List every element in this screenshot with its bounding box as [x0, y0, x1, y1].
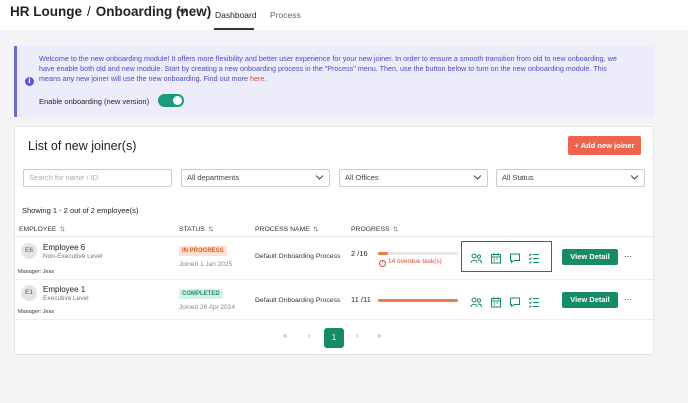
column-header-employee[interactable]: EMPLOYEE ↑↓	[19, 224, 65, 233]
checklist-icon[interactable]	[528, 296, 540, 308]
previous-page-button[interactable]: ‹	[308, 331, 311, 340]
highlight-box	[461, 241, 552, 272]
table-header: EMPLOYEE ↑↓ STATUS ↑↓ PROCESS NAME ↑↓ PROGR…	[15, 218, 653, 237]
more-options-icon[interactable]: ...	[624, 292, 632, 302]
chevron-down-icon	[315, 175, 324, 180]
table-row: E6 Employee 6 Non-Executive Level Manage…	[15, 237, 653, 280]
column-header-status[interactable]: STATUS ↑↓	[179, 224, 214, 233]
process-name: Default Onboarding Process	[255, 253, 341, 260]
breadcrumb-separator: /	[87, 4, 91, 19]
joined-date: Joined 1 Jan 2025	[179, 261, 233, 268]
status-badge: COMPLETED	[179, 289, 223, 299]
progress-bar	[378, 299, 458, 302]
info-icon: i	[25, 77, 34, 86]
calendar-icon[interactable]	[490, 296, 502, 308]
card-title: List of new joiner(s)	[28, 139, 137, 153]
sort-icon: ↑↓	[312, 224, 319, 233]
employee-name[interactable]: Employee 1	[43, 285, 85, 294]
office-select[interactable]: All Offices	[339, 169, 488, 187]
result-count: Showing 1 - 2 out of 2 employee(s)	[22, 206, 139, 215]
employee-manager: Manager: Jess	[18, 309, 55, 315]
view-detail-button[interactable]: View Detail	[562, 249, 618, 265]
progress-bar	[378, 252, 458, 255]
add-new-joiner-button[interactable]: + Add new joiner	[568, 136, 641, 155]
pagination: « ‹ 1 › »	[15, 328, 653, 348]
progress-text: 2 /16	[351, 249, 368, 258]
alert-icon: !	[379, 260, 386, 267]
first-page-button[interactable]: «	[283, 331, 287, 340]
employee-level: Executive Level	[43, 295, 89, 302]
breadcrumb-app[interactable]: HR Lounge	[10, 4, 82, 19]
status-badge: IN PROGRESS	[179, 246, 227, 256]
sort-icon: ↑↓	[59, 224, 65, 233]
employee-name[interactable]: Employee 6	[43, 243, 85, 252]
new-joiner-card: List of new joiner(s) + Add new joiner S…	[14, 126, 654, 355]
department-select[interactable]: All departments	[181, 169, 330, 187]
overdue-warning: ! 14 overdue task(s)	[379, 258, 442, 267]
enable-onboarding-toggle[interactable]	[158, 94, 184, 107]
progress-text: 11 /11	[351, 295, 371, 304]
column-header-progress[interactable]: PROGRESS ↑↓	[351, 224, 399, 233]
find-out-more-link[interactable]: here	[250, 74, 264, 83]
chevron-down-icon	[473, 175, 482, 180]
top-bar: HR Lounge / Onboarding (new) Dashboard Pro…	[0, 0, 688, 30]
table-row: E1 Employee 1 Executive Level Manager: J…	[15, 280, 653, 320]
page-title: Onboarding (new)	[95, 4, 212, 19]
row-action-icons	[467, 292, 549, 310]
avatar: E6	[21, 243, 37, 259]
tab-process[interactable]: Process	[270, 10, 301, 20]
comment-icon[interactable]	[509, 296, 521, 308]
toggle-label: Enable onboarding (new version)	[39, 97, 150, 106]
active-tab-indicator	[214, 28, 254, 30]
progress-fill	[378, 299, 458, 302]
sort-icon: ↑↓	[207, 224, 214, 233]
tab-dashboard[interactable]: Dashboard	[215, 10, 257, 20]
last-page-button[interactable]: »	[377, 331, 381, 340]
banner-text: Welcome to the new onboarding module! It…	[39, 54, 617, 83]
page-1-button[interactable]: 1	[324, 328, 344, 348]
info-banner: i Welcome to the new onboarding module! …	[14, 46, 654, 117]
more-options-icon[interactable]: ...	[624, 249, 632, 259]
people-icon[interactable]	[470, 296, 482, 308]
status-select[interactable]: All Status	[496, 169, 645, 187]
avatar: E1	[21, 285, 37, 301]
employee-manager: Manager: Jess	[18, 269, 55, 275]
sort-icon: ↑↓	[392, 224, 399, 233]
progress-fill	[378, 252, 388, 255]
view-detail-button[interactable]: View Detail	[562, 292, 618, 308]
joined-date: Joined 26 Apr 2024	[179, 304, 236, 311]
toggle-knob	[173, 96, 182, 105]
chevron-down-icon[interactable]	[177, 6, 189, 16]
search-input[interactable]: Search for name / ID	[23, 169, 172, 187]
chevron-down-icon	[630, 175, 639, 180]
column-header-process[interactable]: PROCESS NAME ↑↓	[255, 224, 319, 233]
employee-level: Non-Executive Level	[43, 253, 103, 260]
process-name: Default Onboarding Process	[255, 297, 341, 304]
next-page-button[interactable]: ›	[356, 331, 359, 340]
